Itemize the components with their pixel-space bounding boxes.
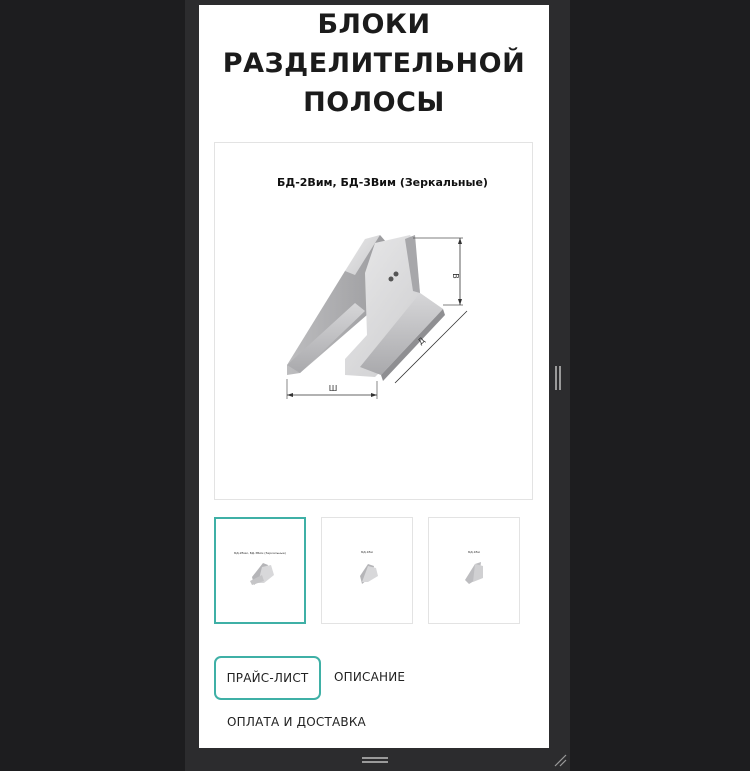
concrete-block-drawing: В Д Ш bbox=[286, 235, 468, 399]
thumbnail-1[interactable]: БД-2Вим, БД-3Вим (Зеркальные) bbox=[214, 517, 306, 624]
page-title: БЛОКИ РАЗДЕЛИТЕЛЬНОЙ ПОЛОСЫ bbox=[199, 5, 549, 122]
tab-payment-delivery[interactable]: ОПЛАТА И ДОСТАВКА bbox=[227, 715, 366, 729]
title-line-2: РАЗДЕЛИТЕЛЬНОЙ bbox=[222, 48, 526, 79]
width-label: Ш bbox=[329, 384, 338, 393]
title-line-1: БЛОКИ bbox=[317, 9, 431, 40]
title-line-3: ПОЛОСЫ bbox=[303, 87, 445, 118]
thumbnail-3-image bbox=[465, 562, 483, 584]
length-label: Д bbox=[416, 336, 427, 347]
thumbnail-2-image bbox=[360, 564, 378, 584]
vertical-resize-handle[interactable] bbox=[555, 366, 561, 390]
height-label: В bbox=[451, 273, 460, 279]
main-product-image[interactable]: БД-2Вим, БД-3Вим (Зеркальные) В Д Ш bbox=[214, 142, 533, 500]
product-page: БЛОКИ РАЗДЕЛИТЕЛЬНОЙ ПОЛОСЫ БД-2Вим, БД-… bbox=[199, 5, 549, 748]
corner-resize-icon[interactable] bbox=[553, 753, 567, 767]
thumbnail-1-image bbox=[250, 563, 274, 585]
bottom-resize-handle[interactable] bbox=[362, 757, 388, 763]
tab-description[interactable]: ОПИСАНИЕ bbox=[334, 670, 405, 684]
thumbnail-2[interactable]: БД-1Вм bbox=[321, 517, 413, 624]
thumbnail-3[interactable]: БД-1Вм bbox=[428, 517, 520, 624]
tab-price-list[interactable]: ПРАЙС-ЛИСТ bbox=[214, 656, 321, 700]
